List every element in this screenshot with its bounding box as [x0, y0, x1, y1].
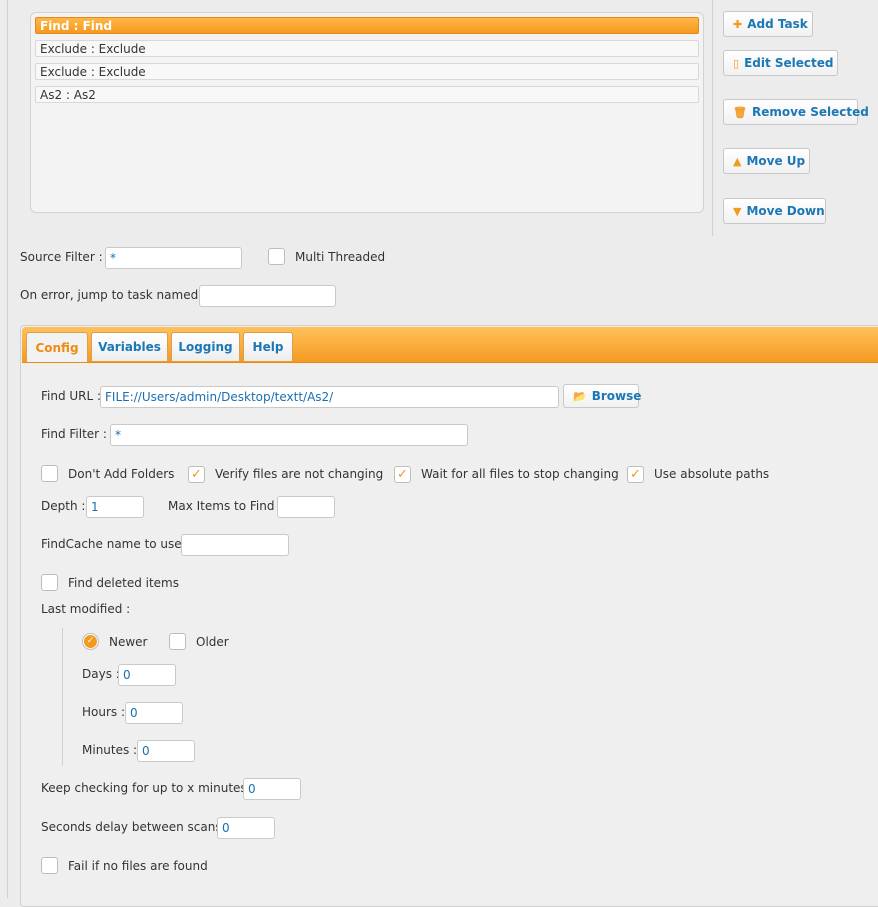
tab-variables[interactable]: Variables [91, 332, 168, 361]
absolute-paths-label: Use absolute paths [654, 467, 770, 481]
older-label: Older [196, 635, 229, 649]
find-url-input[interactable]: FILE://Users/admin/Desktop/textt/As2/ [100, 386, 559, 408]
keep-checking-input[interactable]: 0 [243, 778, 301, 800]
tab-bar: Config Variables Logging Help [22, 327, 878, 363]
multi-threaded-checkbox[interactable] [268, 248, 285, 265]
depth-label: Depth : [41, 499, 86, 513]
on-error-input[interactable] [199, 285, 336, 307]
verify-files-label: Verify files are not changing [215, 467, 384, 481]
last-modified-label: Last modified : [41, 602, 131, 616]
depth-input[interactable]: 1 [86, 496, 144, 518]
days-input[interactable]: 0 [118, 664, 176, 686]
max-items-label: Max Items to Find : [168, 499, 283, 513]
wait-all-files-checkbox[interactable]: ✓ [394, 466, 411, 483]
tab-help[interactable]: Help [243, 332, 293, 361]
on-error-label: On error, jump to task named : [20, 288, 207, 302]
task-row[interactable]: Find : Find [35, 17, 699, 34]
dont-add-folders-label: Don't Add Folders [68, 467, 175, 481]
radio-selected-icon: ✓ [84, 635, 97, 648]
minutes-input[interactable]: 0 [137, 740, 195, 762]
tab-config[interactable]: Config [26, 332, 88, 362]
find-filter-label: Find Filter : [41, 427, 107, 441]
task-list: Find : Find Exclude : Exclude Exclude : … [30, 12, 704, 213]
triangle-down-icon: ▼ [733, 204, 742, 218]
tab-logging[interactable]: Logging [171, 332, 240, 361]
wait-all-files-label: Wait for all files to stop changing [421, 467, 619, 481]
left-separator [7, 0, 8, 898]
checkmark-icon: ✓ [397, 467, 408, 482]
task-label: Find : Find [40, 19, 113, 33]
minutes-label: Minutes : [82, 743, 138, 757]
newer-radio[interactable]: ✓ [82, 633, 99, 650]
edit-selected-button[interactable]: ▯ Edit Selected [723, 50, 838, 76]
seconds-delay-label: Seconds delay between scans : [41, 820, 230, 834]
task-row[interactable]: Exclude : Exclude [35, 40, 699, 57]
task-row[interactable]: As2 : As2 [35, 86, 699, 103]
triangle-up-icon: ▲ [733, 154, 742, 168]
hours-label: Hours : [82, 705, 126, 719]
absolute-paths-checkbox[interactable]: ✓ [627, 466, 644, 483]
fail-no-files-checkbox[interactable] [41, 857, 58, 874]
task-label: Exclude : Exclude [40, 65, 146, 79]
hours-input[interactable]: 0 [125, 702, 183, 724]
dont-add-folders-checkbox[interactable] [41, 465, 58, 482]
checkmark-icon: ✓ [191, 467, 202, 482]
multi-threaded-label: Multi Threaded [295, 250, 386, 264]
move-down-button[interactable]: ▼ Move Down [723, 198, 826, 224]
folder-icon: 📂 [573, 389, 587, 403]
indent-guide [62, 628, 63, 766]
find-deleted-checkbox[interactable] [41, 574, 58, 591]
days-label: Days : [82, 667, 120, 681]
seconds-delay-input[interactable]: 0 [217, 817, 275, 839]
task-row[interactable]: Exclude : Exclude [35, 63, 699, 80]
remove-selected-button[interactable]: 🗑 Remove Selected [723, 99, 869, 125]
find-url-label: Find URL : [41, 389, 102, 403]
fail-no-files-label: Fail if no files are found [68, 859, 208, 873]
older-checkbox[interactable] [169, 633, 186, 650]
source-filter-input[interactable]: * [105, 247, 242, 269]
trash-icon: 🗑 [733, 105, 747, 119]
move-up-button[interactable]: ▲ Move Up [723, 148, 810, 174]
plus-icon: ✚ [733, 17, 743, 31]
findcache-label: FindCache name to use : [41, 537, 190, 551]
browse-button[interactable]: 📂 Browse [563, 384, 641, 408]
task-label: As2 : As2 [40, 88, 96, 102]
keep-checking-label: Keep checking for up to x minutes : [41, 781, 255, 795]
source-filter-label: Source Filter : [20, 250, 103, 264]
document-icon: ▯ [733, 56, 740, 70]
find-filter-input[interactable]: * [110, 424, 468, 446]
max-items-input[interactable] [277, 496, 335, 518]
checkmark-icon: ✓ [630, 467, 641, 482]
task-label: Exclude : Exclude [40, 42, 146, 56]
add-task-button[interactable]: ✚ Add Task [723, 11, 813, 37]
right-separator [712, 0, 713, 236]
newer-label: Newer [109, 635, 148, 649]
verify-files-checkbox[interactable]: ✓ [188, 466, 205, 483]
findcache-input[interactable] [181, 534, 289, 556]
find-deleted-label: Find deleted items [68, 576, 179, 590]
